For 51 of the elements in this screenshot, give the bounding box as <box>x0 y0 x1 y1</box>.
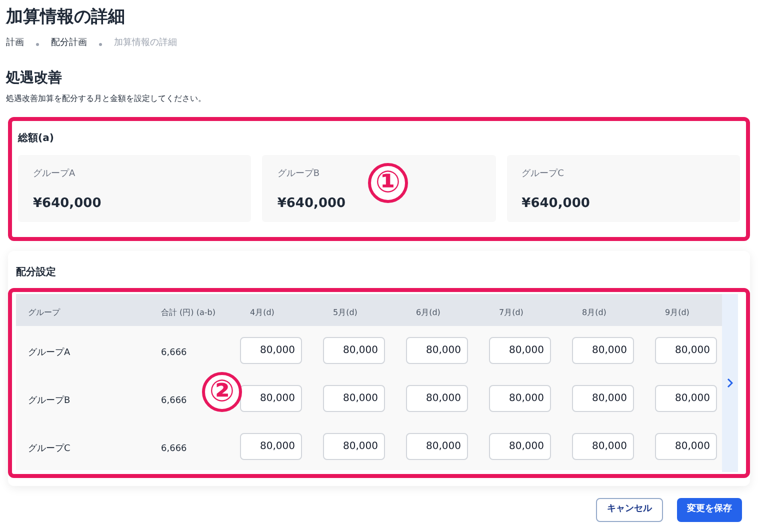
amount-input[interactable]: 80,000 <box>323 385 385 412</box>
card-amount: ¥640,000 <box>277 194 346 212</box>
column-header: 8月(d) <box>582 308 606 317</box>
column-header: 合計 (円) (a-b) <box>161 308 216 317</box>
cancel-button[interactable]: キャンセル <box>596 498 663 522</box>
amount-input[interactable]: 80,000 <box>406 385 468 412</box>
breadcrumb-link[interactable]: 計画 <box>6 37 24 51</box>
section-description: 処遇改善加算を配分する月と金額を設定してください。 <box>6 93 206 105</box>
amount-input[interactable]: 80,000 <box>323 337 385 364</box>
group-cell: グループA <box>28 348 70 358</box>
breadcrumb-separator-icon <box>36 42 39 46</box>
column-header: 6月(d) <box>416 308 440 317</box>
card-label: グループB <box>277 168 320 181</box>
breadcrumb-link[interactable]: 配分計画 <box>51 37 87 51</box>
total-cell: 6,666 <box>161 348 187 358</box>
amount-input[interactable]: 80,000 <box>240 385 302 412</box>
amount-input[interactable]: 80,000 <box>406 337 468 364</box>
page-title: 加算情報の詳細 <box>6 6 125 28</box>
scroll-right-button[interactable] <box>722 294 738 472</box>
amount-input[interactable]: 80,000 <box>489 433 551 460</box>
amount-input[interactable]: 80,000 <box>572 385 634 412</box>
amount-input[interactable]: 80,000 <box>655 337 717 364</box>
group-cell: グループC <box>28 444 70 454</box>
total-cell: 6,666 <box>161 396 187 406</box>
breadcrumb-separator-icon <box>99 42 102 46</box>
amount-input[interactable]: 80,000 <box>655 433 717 460</box>
card-amount: ¥640,000 <box>33 194 102 212</box>
amount-input[interactable]: 80,000 <box>406 433 468 460</box>
column-header: 5月(d) <box>333 308 358 317</box>
card-label: グループA <box>33 168 76 181</box>
save-button[interactable]: 変更を保存 <box>677 498 742 522</box>
group-cell: グループB <box>28 396 70 406</box>
column-header: 4月(d) <box>250 308 274 317</box>
amount-input[interactable]: 80,000 <box>489 385 551 412</box>
amount-input[interactable]: 80,000 <box>240 337 302 364</box>
amount-input[interactable]: 80,000 <box>572 337 634 364</box>
column-header: グループ <box>28 308 60 317</box>
column-header: 9月(d) <box>665 308 690 317</box>
allocation-title: 配分設定 <box>15 265 57 280</box>
card-label: グループC <box>522 168 564 181</box>
chevron-right-icon <box>727 378 733 388</box>
section-title: 処遇改善 <box>6 69 62 87</box>
amount-input[interactable]: 80,000 <box>323 433 385 460</box>
amount-input[interactable]: 80,000 <box>489 337 551 364</box>
total-cell: 6,666 <box>161 444 187 454</box>
amount-input[interactable]: 80,000 <box>240 433 302 460</box>
column-header: 7月(d) <box>499 308 524 317</box>
amount-input[interactable]: 80,000 <box>572 433 634 460</box>
card-amount: ¥640,000 <box>522 194 590 212</box>
totals-title: 総額(a) <box>18 132 54 146</box>
amount-input[interactable]: 80,000 <box>655 385 717 412</box>
